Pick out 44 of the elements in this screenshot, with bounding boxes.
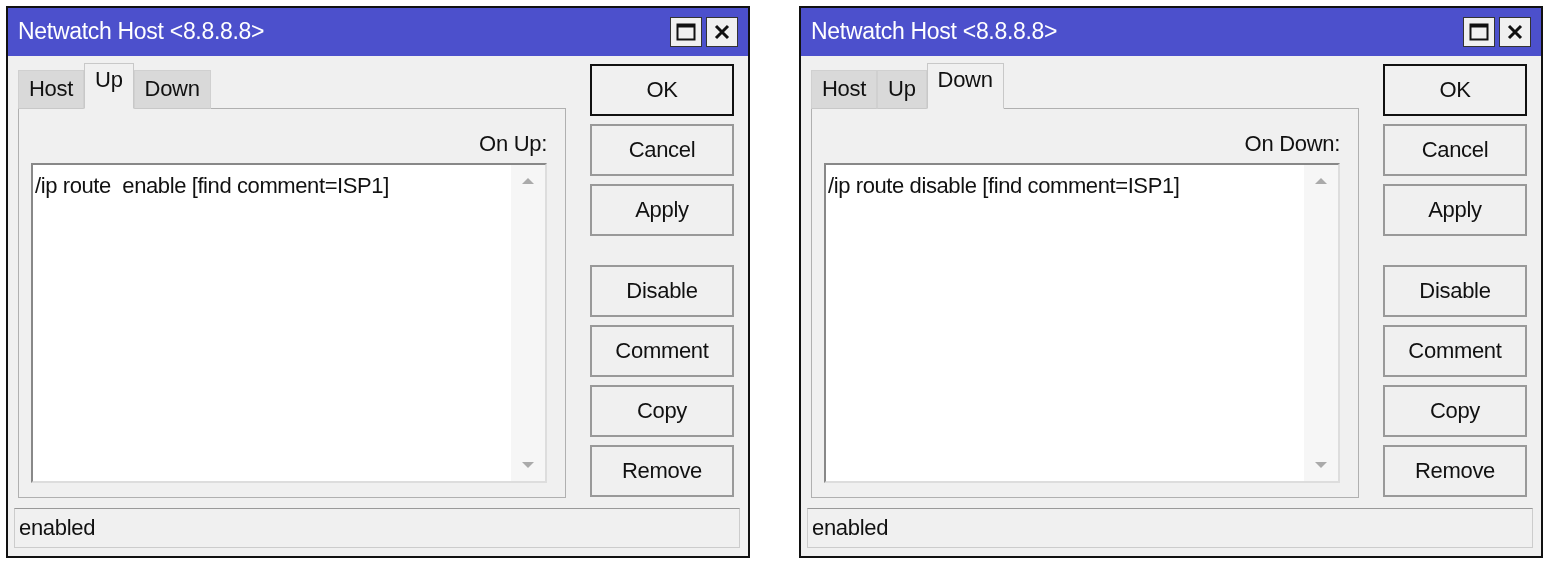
dialog-button[interactable]: OK	[1383, 63, 1527, 116]
action-button[interactable]: Copy	[1383, 384, 1527, 437]
scrollbar[interactable]	[1304, 164, 1338, 481]
field-label: On Up:	[479, 130, 547, 157]
dialog-button[interactable]: OK	[590, 63, 734, 116]
close-button[interactable]	[706, 16, 738, 47]
maximize-button[interactable]	[1463, 16, 1495, 47]
tab[interactable]: Host	[811, 69, 878, 109]
action-button[interactable]: Comment	[1383, 324, 1527, 377]
dialog-button[interactable]: Cancel	[590, 123, 734, 176]
scroll-down-icon	[1314, 460, 1328, 469]
window-title: Netwatch Host <8.8.8.8>	[18, 18, 266, 46]
window-title: Netwatch Host <8.8.8.8>	[811, 18, 1059, 46]
action-button[interactable]: Disable	[590, 264, 734, 317]
close-button[interactable]	[1499, 16, 1531, 47]
tab[interactable]: Down	[926, 62, 1004, 109]
scroll-up-icon	[521, 176, 535, 185]
action-button[interactable]: Copy	[590, 384, 734, 437]
field-label: On Down:	[1244, 130, 1340, 157]
tab[interactable]: Down	[133, 69, 211, 109]
tab[interactable]: Host	[18, 69, 85, 109]
status-text: enabled	[812, 515, 889, 542]
maximize-icon	[1469, 22, 1489, 41]
maximize-icon	[676, 22, 696, 41]
tab[interactable]: Up	[84, 62, 134, 109]
dialog-button[interactable]: Cancel	[1383, 123, 1527, 176]
close-icon	[1507, 23, 1523, 40]
status-text: enabled	[19, 515, 96, 542]
tab[interactable]: Up	[877, 69, 927, 109]
script-field[interactable]: /ip route disable [find comment=ISP1]	[824, 162, 1340, 483]
action-button[interactable]: Remove	[1383, 444, 1527, 497]
script-text: /ip route enable [find comment=ISP1]	[34, 171, 390, 200]
scrollbar[interactable]	[511, 164, 545, 481]
scroll-up-icon	[1314, 176, 1328, 185]
script-field[interactable]: /ip route enable [find comment=ISP1]	[31, 162, 547, 483]
close-icon	[714, 23, 730, 40]
maximize-button[interactable]	[670, 16, 702, 47]
action-button[interactable]: Comment	[590, 324, 734, 377]
action-button[interactable]: Disable	[1383, 264, 1527, 317]
dialog-button[interactable]: Apply	[590, 183, 734, 236]
dialog-button[interactable]: Apply	[1383, 183, 1527, 236]
scroll-down-icon	[521, 460, 535, 469]
script-text: /ip route disable [find comment=ISP1]	[827, 171, 1181, 200]
action-button[interactable]: Remove	[590, 444, 734, 497]
